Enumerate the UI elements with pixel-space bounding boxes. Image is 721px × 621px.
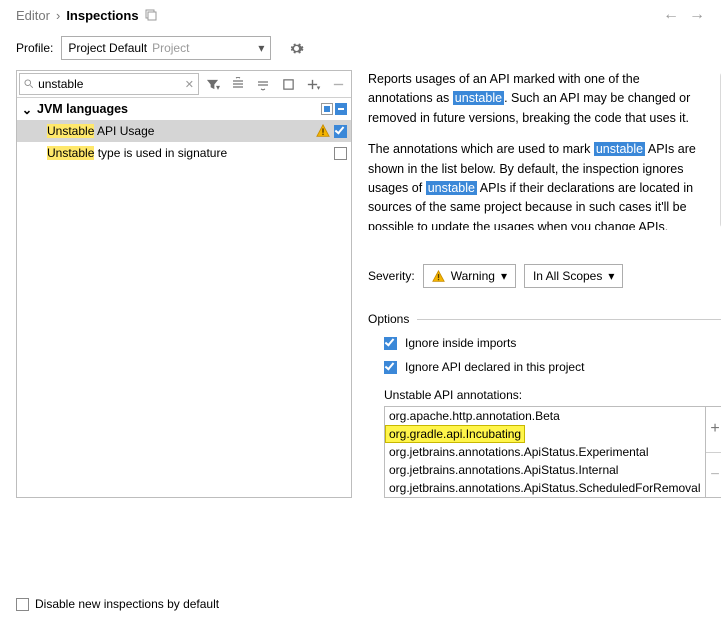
clear-search-icon[interactable]: ✕ [185, 78, 194, 91]
forward-arrow-icon[interactable]: → [689, 6, 705, 24]
tree-item-unstable-api-usage[interactable]: Unstable API Usage [17, 120, 351, 142]
mixed-state-icon [321, 103, 333, 115]
profile-scope: Project [152, 41, 189, 55]
add-annotation-button[interactable]: + [706, 407, 721, 453]
group-label: JVM languages [37, 102, 128, 116]
profile-name: Project Default [68, 41, 147, 55]
select-all-button[interactable] [277, 73, 299, 95]
scope-value: In All Scopes [533, 269, 602, 283]
description-text: Reports usages of an API marked with one… [368, 70, 721, 230]
item-label: Unstable API Usage [47, 124, 154, 138]
ignore-imports-label: Ignore inside imports [405, 336, 516, 350]
breadcrumb-current: Inspections [66, 8, 138, 23]
annotation-item[interactable]: org.jetbrains.annotations.ApiStatus.Expe… [385, 443, 705, 461]
filter-button[interactable]: ▾ [202, 73, 224, 95]
tree-item-unstable-type-signature[interactable]: Unstable type is used in signature [17, 142, 351, 164]
breadcrumb: Editor › Inspections [16, 8, 157, 23]
annotations-label: Unstable API annotations: [368, 388, 721, 402]
tree-toolbar: ✕ ▾ ▾ [17, 71, 351, 98]
warning-icon [432, 270, 445, 283]
gear-icon [289, 41, 304, 56]
annotation-item[interactable]: org.jetbrains.annotations.ApiStatus.Inte… [385, 461, 705, 479]
warning-icon [316, 124, 330, 138]
search-input-container[interactable]: ✕ [19, 73, 199, 95]
remove-button[interactable] [327, 73, 349, 95]
open-in-window-icon[interactable] [145, 9, 157, 21]
profile-combobox[interactable]: Project Default Project ▾ [61, 36, 271, 60]
back-arrow-icon[interactable]: ← [663, 6, 679, 24]
expand-all-button[interactable] [227, 73, 249, 95]
highlight-tag: unstable [453, 91, 504, 105]
settings-button[interactable] [285, 37, 307, 59]
chevron-down-icon: ▾ [608, 269, 614, 283]
annotations-list[interactable]: org.apache.http.annotation.Beta org.grad… [385, 407, 705, 497]
search-icon [24, 78, 34, 90]
profile-label: Profile: [16, 41, 53, 55]
remove-annotation-button[interactable]: − [706, 453, 721, 498]
item-checkbox[interactable] [334, 147, 347, 160]
chevron-down-icon: ▾ [501, 269, 507, 283]
options-title: Options [368, 312, 409, 326]
severity-label: Severity: [368, 269, 415, 283]
severity-value: Warning [451, 269, 495, 283]
collapse-all-button[interactable] [252, 73, 274, 95]
disable-new-inspections-label: Disable new inspections by default [35, 597, 219, 611]
expand-caret-icon: ⌄ [21, 102, 33, 117]
scope-dropdown[interactable]: In All Scopes ▾ [524, 264, 623, 288]
item-label: Unstable type is used in signature [47, 146, 227, 160]
chevron-right-icon: › [56, 8, 60, 23]
annotation-item[interactable]: org.jetbrains.annotations.ApiStatus.Sche… [385, 479, 705, 497]
search-input[interactable] [38, 77, 181, 91]
inspections-tree[interactable]: ⌄ JVM languages Unstable API Usage Unsta… [17, 98, 351, 497]
ignore-project-api-label: Ignore API declared in this project [405, 360, 584, 374]
highlight-tag: unstable [594, 142, 645, 156]
highlight-tag: unstable [426, 181, 477, 195]
breadcrumb-parent[interactable]: Editor [16, 8, 50, 23]
severity-dropdown[interactable]: Warning ▾ [423, 264, 516, 288]
item-checkbox[interactable] [334, 125, 347, 138]
tree-group-jvm[interactable]: ⌄ JVM languages [17, 98, 351, 120]
ignore-project-api-checkbox[interactable] [384, 361, 397, 374]
chevron-down-icon: ▾ [258, 41, 264, 55]
separator [417, 319, 721, 320]
group-enabled-icon [335, 103, 347, 115]
inspection-details-panel: Reports usages of an API marked with one… [360, 70, 721, 498]
disable-new-inspections-checkbox[interactable] [16, 598, 29, 611]
annotation-item[interactable]: org.apache.http.annotation.Beta [385, 407, 705, 425]
annotation-item-highlighted[interactable]: org.gradle.api.Incubating [385, 425, 525, 443]
inspections-tree-panel: ✕ ▾ ▾ ⌄ JVM languages Unstable API Usage [16, 70, 352, 498]
ignore-imports-checkbox[interactable] [384, 337, 397, 350]
add-button[interactable]: ▾ [302, 73, 324, 95]
